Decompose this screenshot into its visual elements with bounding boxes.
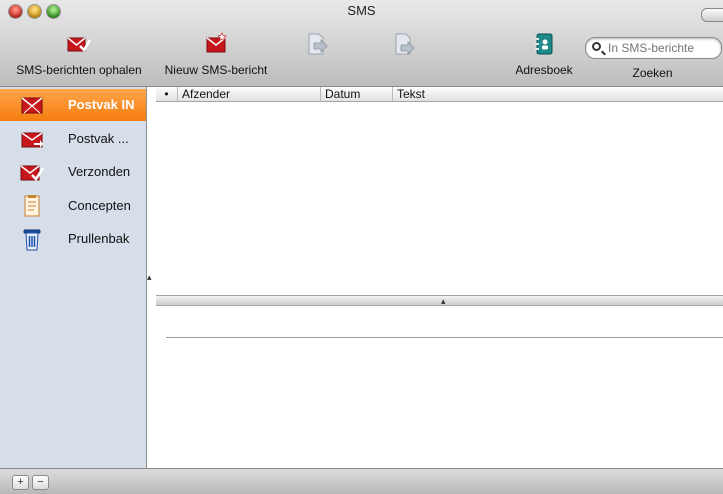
toolbar-toggle-button[interactable]	[701, 8, 723, 22]
column-text[interactable]: Tekst	[393, 87, 723, 101]
mailbox-sidebar: Postvak IN Postvak ... Verzonden Concept…	[0, 87, 147, 468]
message-preview	[156, 306, 723, 468]
fetch-envelope-icon	[67, 37, 92, 53]
forward-button[interactable]	[386, 24, 422, 82]
bottom-bar: + −	[0, 468, 723, 494]
trash-icon	[23, 229, 41, 251]
reply-page-icon	[308, 33, 328, 55]
sidebar-item-outbox[interactable]: Postvak ...	[0, 123, 146, 155]
new-envelope-icon	[206, 32, 227, 53]
remove-mailbox-button[interactable]: −	[32, 475, 49, 490]
message-list[interactable]	[156, 102, 723, 295]
addressbook-button[interactable]: Adresboek	[504, 24, 584, 82]
addressbook-icon	[535, 33, 553, 55]
search-input[interactable]	[606, 40, 720, 56]
window-toolbar: SMS SMS-berichten ophalen Nieuw SMS-beri…	[0, 0, 723, 87]
addressbook-label: Adresboek	[515, 63, 573, 77]
sidebar-item-label: Concepten	[68, 198, 131, 213]
inbox-envelope-icon	[21, 97, 43, 114]
forward-page-icon	[395, 33, 415, 55]
window-title: SMS	[347, 3, 376, 18]
sidebar-item-sent[interactable]: Verzonden	[0, 156, 146, 188]
pane-splitter[interactable]: ▴	[156, 295, 723, 306]
fetch-sms-button[interactable]: SMS-berichten ophalen	[4, 24, 154, 82]
sidebar-resize-handle[interactable]: ▴	[147, 272, 152, 283]
preview-divider	[166, 337, 723, 338]
sent-envelope-icon	[20, 165, 44, 181]
sidebar-item-trash[interactable]: Prullenbak	[0, 223, 146, 255]
reply-button[interactable]	[298, 24, 334, 82]
sidebar-item-inbox[interactable]: Postvak IN	[0, 89, 146, 121]
column-sender[interactable]: Afzender	[178, 87, 321, 101]
column-unread[interactable]: •	[156, 87, 178, 101]
drafts-note-icon	[24, 195, 40, 217]
sidebar-item-label: Verzonden	[68, 164, 131, 179]
sidebar-item-label: Prullenbak	[68, 231, 130, 246]
sidebar-item-label: Postvak ...	[68, 131, 129, 146]
outbox-envelope-icon	[21, 132, 43, 148]
magnifier-icon	[592, 42, 601, 51]
sidebar-item-drafts[interactable]: Concepten	[0, 190, 146, 222]
splitter-grip-icon: ▴	[441, 296, 446, 306]
fetch-sms-label: SMS-berichten ophalen	[16, 63, 142, 77]
new-sms-label: Nieuw SMS-bericht	[164, 63, 268, 77]
search-field[interactable]	[585, 37, 722, 59]
message-list-header: • Afzender Datum Tekst	[156, 87, 723, 102]
sidebar-item-label: Postvak IN	[68, 97, 135, 112]
new-sms-button[interactable]: Nieuw SMS-bericht	[158, 24, 274, 82]
add-mailbox-button[interactable]: +	[12, 475, 29, 490]
column-date[interactable]: Datum	[321, 87, 393, 101]
search-label: Zoeken	[632, 66, 673, 80]
